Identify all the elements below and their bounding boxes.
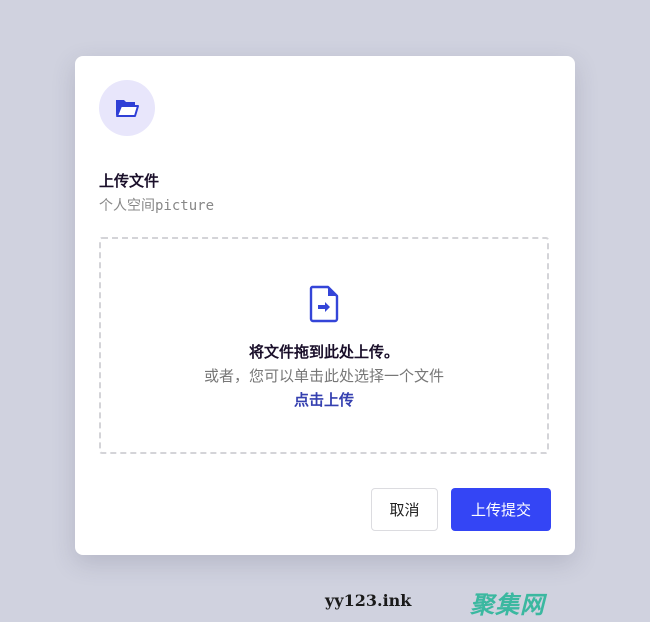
file-dropzone[interactable]: 将文件拖到此处上传。 或者，您可以单击此处选择一个文件 点击上传 <box>99 237 549 454</box>
cancel-button[interactable]: 取消 <box>371 488 438 531</box>
folder-open-icon <box>116 100 139 117</box>
submit-upload-button[interactable]: 上传提交 <box>451 488 551 531</box>
file-arrow-icon <box>309 285 339 323</box>
dialog-title: 上传文件 <box>99 172 160 190</box>
upload-dialog: 上传文件 个人空间picture 将文件拖到此处上传。 或者，您可以单击此处选择… <box>75 56 575 555</box>
click-upload-link[interactable]: 点击上传 <box>101 389 547 410</box>
folder-icon-badge <box>99 80 155 136</box>
dialog-subtitle: 个人空间picture <box>99 198 215 214</box>
watermark-brand: 聚集网 <box>470 591 545 619</box>
watermark-domain: yy123.ink <box>325 591 412 610</box>
dropzone-sub-text: 或者，您可以单击此处选择一个文件 <box>203 367 444 385</box>
dropzone-main-text: 将文件拖到此处上传。 <box>248 343 399 361</box>
